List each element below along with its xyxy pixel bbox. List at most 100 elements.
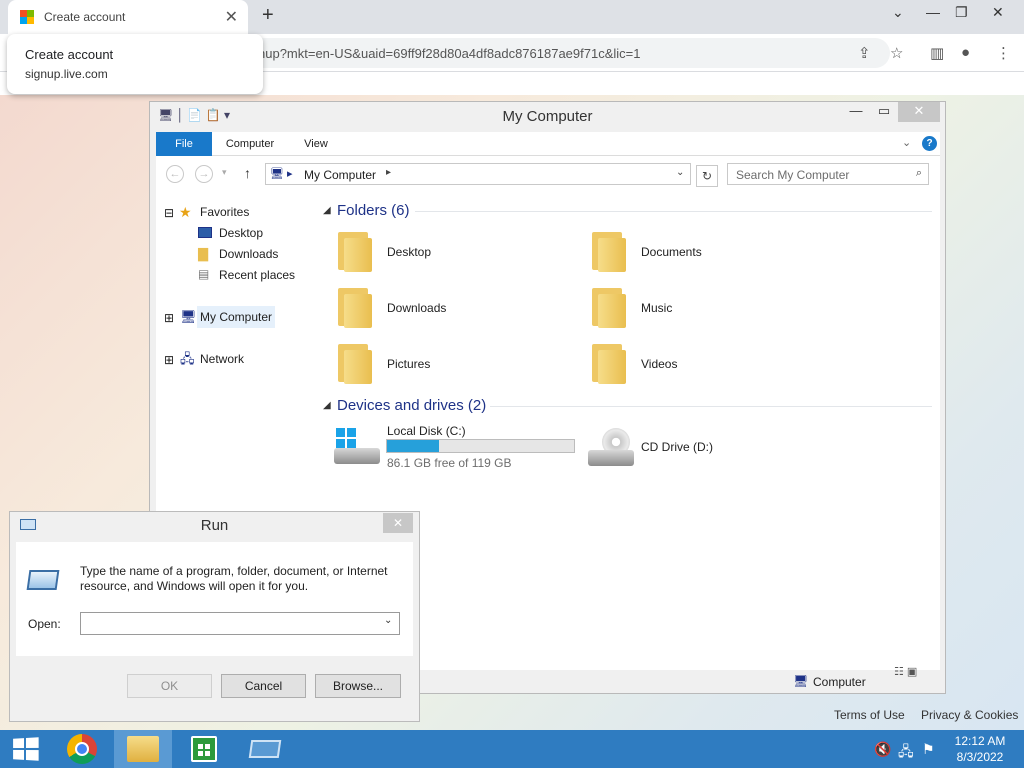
run-description: Type the name of a program, folder, docu… [80, 564, 388, 593]
explorer-taskbar-button[interactable] [114, 730, 172, 768]
tree-item-my-computer[interactable]: My Computer [197, 306, 276, 328]
address-bar[interactable]: 🖥 ▸ My Computer ▸ ⌄ [265, 163, 691, 185]
explorer-close-button[interactable]: ✕ [898, 102, 940, 122]
navigation-bar: ← → ▾ ↑ 🖥 ▸ My Computer ▸ ⌄ ↻ Search My … [156, 156, 940, 192]
browse-button[interactable]: Browse... [315, 674, 401, 698]
windows-logo-icon [13, 737, 39, 761]
pictures-folder-icon[interactable] [336, 340, 372, 384]
tab-file[interactable]: File [156, 132, 212, 156]
back-icon[interactable]: ← [166, 165, 184, 183]
help-icon[interactable]: ? [922, 136, 937, 151]
clock-time: 12:12 AM [954, 734, 1006, 748]
drive-c-usage-fill [387, 440, 439, 452]
collapse-folders-icon[interactable]: ◢ [323, 205, 331, 216]
open-dropdown-icon[interactable]: ⌄ [384, 615, 392, 626]
folder-desktop[interactable]: Desktop [387, 245, 431, 259]
new-tab-icon[interactable]: + [262, 4, 274, 27]
drive-d-name[interactable]: CD Drive (D:) [641, 440, 713, 454]
tree-item-downloads[interactable]: Downloads [219, 247, 278, 261]
start-button[interactable] [0, 730, 50, 768]
cancel-button[interactable]: Cancel [221, 674, 306, 698]
close-tab-icon[interactable]: ✕ [225, 7, 238, 27]
drive-c-name[interactable]: Local Disk (C:) [387, 424, 466, 438]
videos-folder-icon[interactable] [590, 340, 626, 384]
up-icon[interactable]: ↑ [244, 165, 251, 181]
folders-header[interactable]: Folders (6) [337, 202, 410, 219]
tree-item-network[interactable]: Network [200, 352, 244, 366]
run-taskbar-button[interactable] [236, 730, 294, 768]
drives-header[interactable]: Devices and drives (2) [337, 397, 486, 414]
details-view-icon[interactable]: ☷ ▣ [894, 665, 917, 678]
cd-drive-icon[interactable] [588, 428, 636, 468]
taskbar: 🔇 🖧 ⚑ 12:12 AM 8/3/2022 [0, 730, 1024, 768]
desktop-icon [198, 227, 212, 238]
drive-c-free: 86.1 GB free of 119 GB [387, 456, 512, 470]
computer-icon: 🖥 ▸ [270, 168, 293, 180]
omnibox-url: nup?mkt=en-US&uaid=69ff9f28d80a4df8adc87… [258, 46, 641, 61]
profile-avatar-icon[interactable]: ● [961, 44, 970, 61]
tab-view[interactable]: View [296, 132, 336, 156]
forward-icon[interactable]: → [195, 165, 213, 183]
site-info-popup: Create account signup.live.com [7, 34, 263, 94]
desktop-folder-icon[interactable] [336, 228, 372, 272]
menu-kebab-icon[interactable]: ⋮ [996, 44, 1011, 62]
minimize-icon[interactable]: — [926, 4, 940, 20]
bookmark-star-icon[interactable]: ☆ [890, 44, 903, 62]
close-window-icon[interactable]: ✕ [992, 4, 1004, 21]
tree-item-favorites[interactable]: Favorites [200, 205, 249, 219]
folder-music[interactable]: Music [641, 301, 672, 315]
browser-tab[interactable]: Create account ✕ [8, 0, 248, 34]
expand-network-icon[interactable]: ⊞ [164, 353, 174, 367]
chrome-taskbar-button[interactable] [53, 730, 111, 768]
action-center-icon[interactable]: ⚑ [922, 741, 935, 758]
tree-item-recent[interactable]: Recent places [219, 268, 295, 282]
folder-downloads[interactable]: Downloads [387, 301, 446, 315]
store-taskbar-button[interactable] [175, 730, 233, 768]
privacy-link[interactable]: Privacy & Cookies [921, 708, 1018, 722]
folder-videos[interactable]: Videos [641, 357, 677, 371]
explorer-maximize-button[interactable]: ▭ [870, 102, 898, 122]
hard-drive-icon[interactable] [334, 428, 382, 466]
run-title: Run [200, 517, 229, 534]
collapse-drives-icon[interactable]: ◢ [323, 400, 331, 411]
address-dropdown-icon[interactable]: ⌄ [676, 167, 684, 178]
share-icon[interactable]: ⇪ [858, 44, 871, 62]
tab-computer[interactable]: Computer [220, 132, 280, 156]
search-box[interactable]: Search My Computer ⌕ [727, 163, 929, 185]
store-icon [191, 736, 217, 762]
ribbon-tabs: File Computer View ⌄ ? [156, 132, 940, 156]
expand-my-computer-icon[interactable]: ⊞ [164, 311, 174, 325]
tab-search-icon[interactable]: ⌄ [892, 4, 904, 21]
music-folder-icon[interactable] [590, 284, 626, 328]
documents-folder-icon[interactable] [590, 228, 626, 272]
run-dialog: Run ✕ Type the name of a program, folder… [9, 511, 420, 722]
explorer-minimize-button[interactable]: — [842, 102, 870, 122]
folder-pictures[interactable]: Pictures [387, 357, 430, 371]
microsoft-logo-icon [20, 10, 34, 24]
side-panel-icon[interactable]: ▥ [930, 44, 944, 62]
expand-favorites-icon[interactable]: ⊟ [164, 206, 174, 220]
network-tray-icon[interactable]: 🖧 [898, 741, 914, 765]
restore-icon[interactable]: ❐ [955, 4, 968, 21]
omnibox[interactable]: nup?mkt=en-US&uaid=69ff9f28d80a4df8adc87… [250, 38, 890, 68]
terms-link[interactable]: Terms of Use [834, 708, 905, 722]
open-input[interactable] [80, 612, 400, 635]
taskbar-clock[interactable]: 12:12 AM 8/3/2022 [945, 733, 1015, 765]
address-text: My Computer [304, 168, 377, 182]
downloads-folder-icon[interactable] [336, 284, 372, 328]
refresh-icon[interactable]: ↻ [696, 165, 718, 187]
volume-muted-icon[interactable]: 🔇 [874, 741, 891, 758]
folder-documents[interactable]: Documents [641, 245, 702, 259]
address-chevron-icon: ▸ [386, 167, 392, 178]
tree-item-desktop[interactable]: Desktop [219, 226, 263, 240]
run-panel: Type the name of a program, folder, docu… [16, 542, 413, 656]
status-computer-label: Computer [813, 675, 866, 689]
recent-places-icon: ▤ [198, 267, 210, 281]
browser-tab-strip: Create account ✕ + ⌄ — ❐ ✕ [0, 0, 1024, 34]
run-close-button[interactable]: ✕ [383, 513, 413, 533]
ok-button[interactable]: OK [127, 674, 212, 698]
recent-locations-icon[interactable]: ▾ [222, 167, 227, 178]
ribbon-expand-icon[interactable]: ⌄ [902, 136, 911, 149]
star-icon: ★ [179, 204, 192, 220]
clock-date: 8/3/2022 [956, 750, 1004, 764]
